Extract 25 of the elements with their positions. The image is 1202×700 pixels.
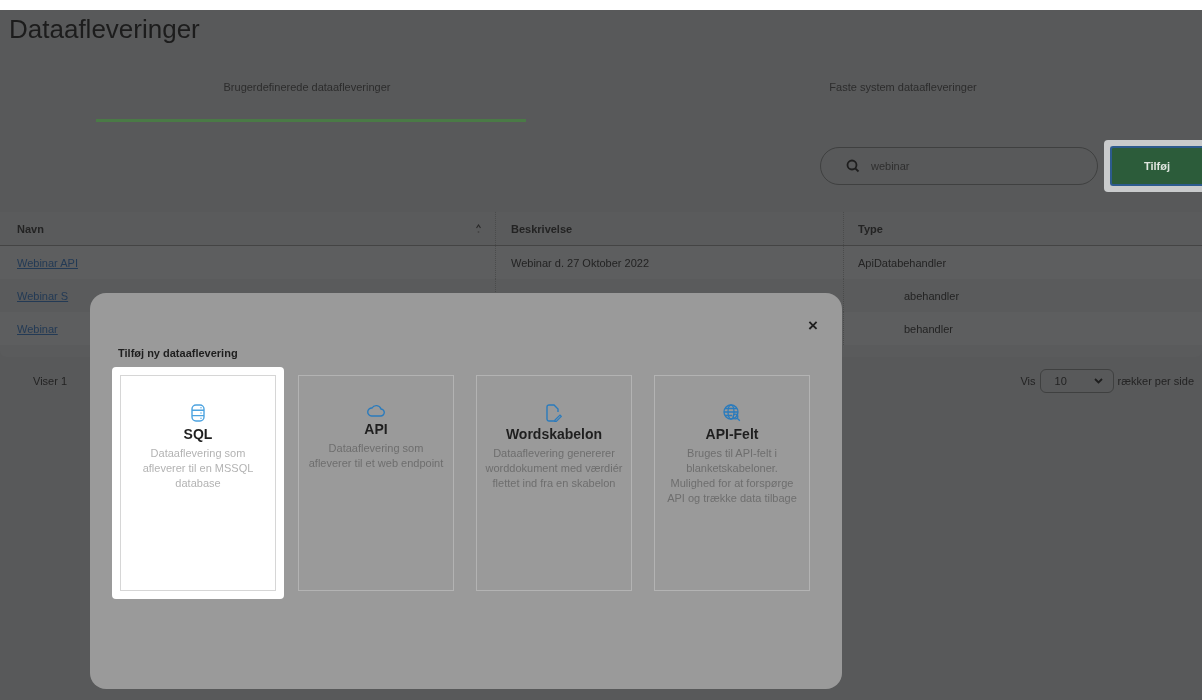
card-title: API-Felt [705,426,759,442]
card-title: Wordskabelon [505,426,603,442]
sort-icon[interactable] [476,223,481,234]
card-description: Dataaflevering som afleverer til en MSSQL database [141,446,255,491]
globe-search-icon [723,404,741,422]
dialog-title: Tilføj ny dataaflevering [118,347,239,359]
database-icon [191,404,205,422]
row-name-link[interactable]: Webinar API [17,256,78,269]
document-pen-icon [546,404,562,422]
chevron-down-icon [1093,378,1103,384]
add-button[interactable]: Tilføj [1110,146,1202,186]
row-name-link[interactable]: Webinar [17,322,58,335]
option-card[interactable]: SQL Dataaflevering som afleverer til en MSSQL database [120,375,276,591]
table-cell: ApiDatabehandler [858,256,947,269]
search-icon [846,159,860,173]
table-cell: behandler [904,322,953,335]
page-title: Dataafleveringer [9,13,201,46]
close-button[interactable]: × [806,317,820,334]
cloud-icon [367,404,385,417]
column-header[interactable]: Beskrivelse [511,222,573,235]
card-title: SQL [183,426,213,442]
column-header[interactable]: Navn [17,222,44,235]
column-header[interactable]: Type [858,222,883,235]
card-title: API [364,421,388,437]
table-cell: abehandler [904,289,960,302]
